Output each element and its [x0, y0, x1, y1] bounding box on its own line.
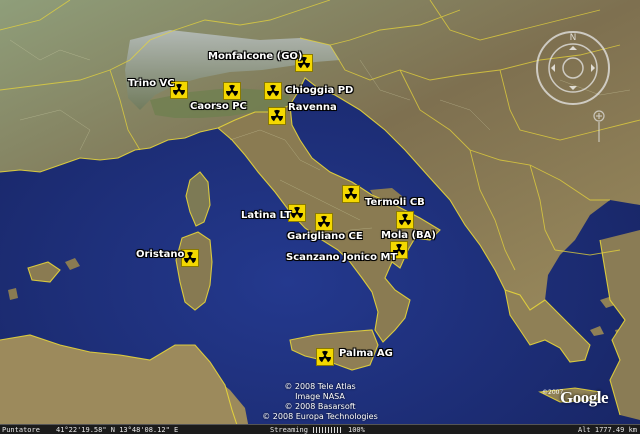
streaming-progress-bar: [313, 427, 341, 433]
attribution-line: © 2008 Europa Technologies: [262, 412, 378, 421]
marker-termoli[interactable]: [342, 185, 360, 203]
radiation-hazard-icon: [271, 109, 283, 122]
marker-mola[interactable]: [396, 211, 414, 229]
pointer-coordinates: 41°22'19.58" N 13°48'08.12" E: [56, 426, 179, 434]
site-label-ravenna: Ravenna: [288, 102, 337, 113]
radiation-hazard-icon: [184, 251, 196, 264]
attribution-line: © 2008 Tele Atlas: [284, 382, 356, 391]
site-label-palma: Palma AG: [339, 348, 393, 359]
site-label-termoli: Termoli CB: [365, 197, 425, 208]
navigation-compass[interactable]: [533, 28, 613, 108]
status-bar: Puntatore 41°22'19.58" N 13°48'08.12" E …: [0, 424, 640, 434]
site-label-monfalcone: Monfalcone (GO): [208, 51, 303, 62]
radiation-hazard-icon: [319, 350, 331, 363]
marker-chioggia[interactable]: [264, 82, 282, 100]
radiation-hazard-icon: [318, 215, 330, 228]
attribution-line: © 2008 Basarsoft: [284, 402, 356, 411]
radiation-hazard-icon: [345, 187, 357, 200]
radiation-hazard-icon: [267, 84, 279, 97]
map-viewport[interactable]: N Trino VC Caorso PC Monfalcone (GO) Chi…: [0, 0, 640, 434]
site-label-garigliano: Garigliano CE: [287, 231, 363, 242]
altitude-readout: Alt 1777.49 km: [578, 426, 638, 434]
map-attribution: © 2008 Tele Atlas Image NASA © 2008 Basa…: [255, 382, 385, 422]
site-label-trino: Trino VC: [128, 78, 175, 89]
radiation-hazard-icon: [399, 213, 411, 226]
site-label-latina: Latina LT: [241, 210, 292, 221]
streaming-percent: 100%: [348, 426, 365, 434]
marker-palma[interactable]: [316, 348, 334, 366]
site-label-oristano: Oristano: [136, 249, 185, 260]
google-logo: Google: [560, 388, 609, 407]
marker-caorso[interactable]: [223, 82, 241, 100]
radiation-hazard-icon: [291, 206, 303, 219]
marker-ravenna[interactable]: [268, 107, 286, 125]
zoom-slider[interactable]: [589, 112, 609, 152]
site-label-scanzano: Scanzano Jonico MT: [286, 252, 398, 263]
site-label-caorso: Caorso PC: [190, 101, 247, 112]
site-label-chioggia: Chioggia PD: [285, 85, 354, 96]
attribution-line: Image NASA: [295, 392, 345, 401]
radiation-hazard-icon: [226, 84, 238, 97]
marker-garigliano[interactable]: [315, 213, 333, 231]
pointer-label: Puntatore: [2, 426, 40, 434]
streaming-label: Streaming: [270, 426, 308, 434]
